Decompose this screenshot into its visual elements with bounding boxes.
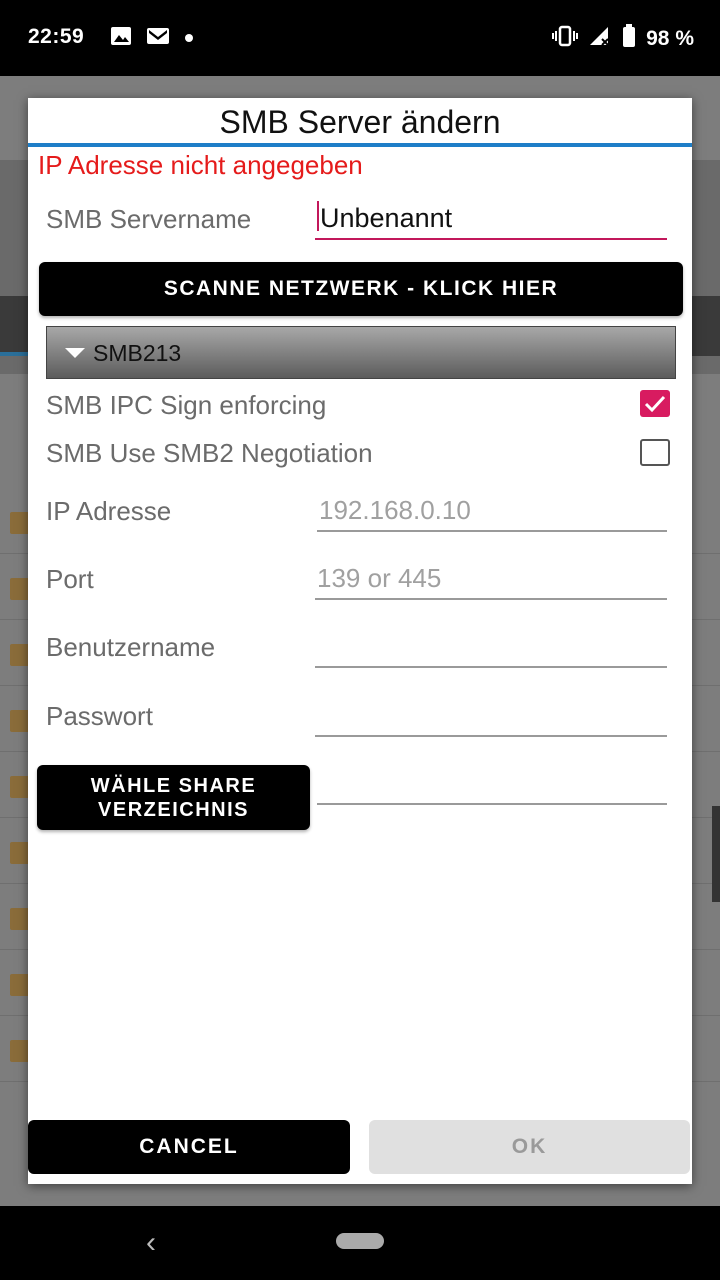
port-label: Port bbox=[46, 564, 94, 594]
ip-label: IP Adresse bbox=[46, 496, 172, 526]
cancel-button[interactable]: CANCEL bbox=[28, 1120, 350, 1174]
home-pill-icon[interactable] bbox=[336, 1233, 384, 1249]
background-scrollbar bbox=[712, 806, 720, 902]
folder-icon bbox=[10, 578, 30, 600]
title-divider bbox=[28, 143, 692, 147]
ok-button[interactable]: OK bbox=[369, 1120, 690, 1174]
folder-icon bbox=[10, 710, 30, 732]
username-label: Benutzername bbox=[46, 632, 216, 662]
navigation-bar: ‹ bbox=[0, 1206, 720, 1280]
port-field[interactable]: 139 or 445 bbox=[315, 560, 667, 600]
dialog-title: SMB Server ändern bbox=[219, 104, 501, 140]
chevron-down-icon bbox=[65, 348, 85, 358]
folder-icon bbox=[10, 1040, 30, 1062]
smb-server-dialog: SMB Server ändern IP Adresse nicht angeg… bbox=[28, 98, 692, 1184]
check-icon bbox=[644, 395, 666, 413]
scan-network-button[interactable]: SCANNE NETZWERK - KLICK HIER bbox=[39, 262, 683, 316]
back-icon[interactable]: ‹ bbox=[146, 1226, 156, 1260]
status-time: 22:59 bbox=[28, 25, 85, 48]
gmail-icon bbox=[146, 27, 170, 50]
folder-icon bbox=[10, 644, 30, 666]
smb2-label: SMB Use SMB2 Negotiation bbox=[46, 438, 373, 468]
image-icon bbox=[110, 26, 132, 51]
error-message: IP Adresse nicht angegeben bbox=[38, 150, 363, 180]
choose-share-button[interactable]: WÄHLE SHARE VERZEICHNIS bbox=[37, 765, 310, 830]
servername-value: Unbenannt bbox=[320, 203, 453, 233]
password-field[interactable] bbox=[315, 697, 667, 737]
signal-icon bbox=[588, 25, 612, 52]
choose-share-label-line1: WÄHLE SHARE bbox=[90, 775, 257, 797]
folder-icon bbox=[10, 512, 30, 534]
ipc-sign-label: SMB IPC Sign enforcing bbox=[46, 390, 327, 420]
battery-icon bbox=[622, 24, 636, 53]
battery-percent: 98 % bbox=[646, 26, 694, 50]
password-label: Passwort bbox=[46, 701, 153, 731]
vibrate-icon bbox=[552, 25, 579, 52]
ipc-sign-checkbox[interactable] bbox=[640, 390, 670, 417]
folder-icon bbox=[10, 776, 30, 798]
share-field[interactable] bbox=[317, 765, 667, 805]
folder-icon bbox=[10, 908, 30, 930]
servername-field[interactable]: Unbenannt bbox=[315, 200, 667, 240]
ip-placeholder: 192.168.0.10 bbox=[319, 495, 471, 525]
servername-label: SMB Servername bbox=[46, 204, 252, 234]
ip-field[interactable]: 192.168.0.10 bbox=[317, 492, 667, 532]
smb2-checkbox[interactable] bbox=[640, 439, 670, 466]
folder-icon bbox=[10, 974, 30, 996]
smb-version-value: SMB213 bbox=[93, 340, 182, 366]
status-bar: 22:59 98 % bbox=[0, 0, 720, 76]
smb-version-dropdown[interactable]: SMB213 bbox=[46, 326, 676, 379]
servername-value-wrap: Unbenannt bbox=[317, 201, 452, 234]
port-placeholder: 139 or 445 bbox=[317, 563, 442, 593]
username-field[interactable] bbox=[315, 628, 667, 668]
dot-icon bbox=[184, 30, 194, 48]
folder-icon bbox=[10, 842, 30, 864]
choose-share-label-line2: VERZEICHNIS bbox=[98, 799, 249, 821]
text-cursor bbox=[317, 201, 319, 231]
